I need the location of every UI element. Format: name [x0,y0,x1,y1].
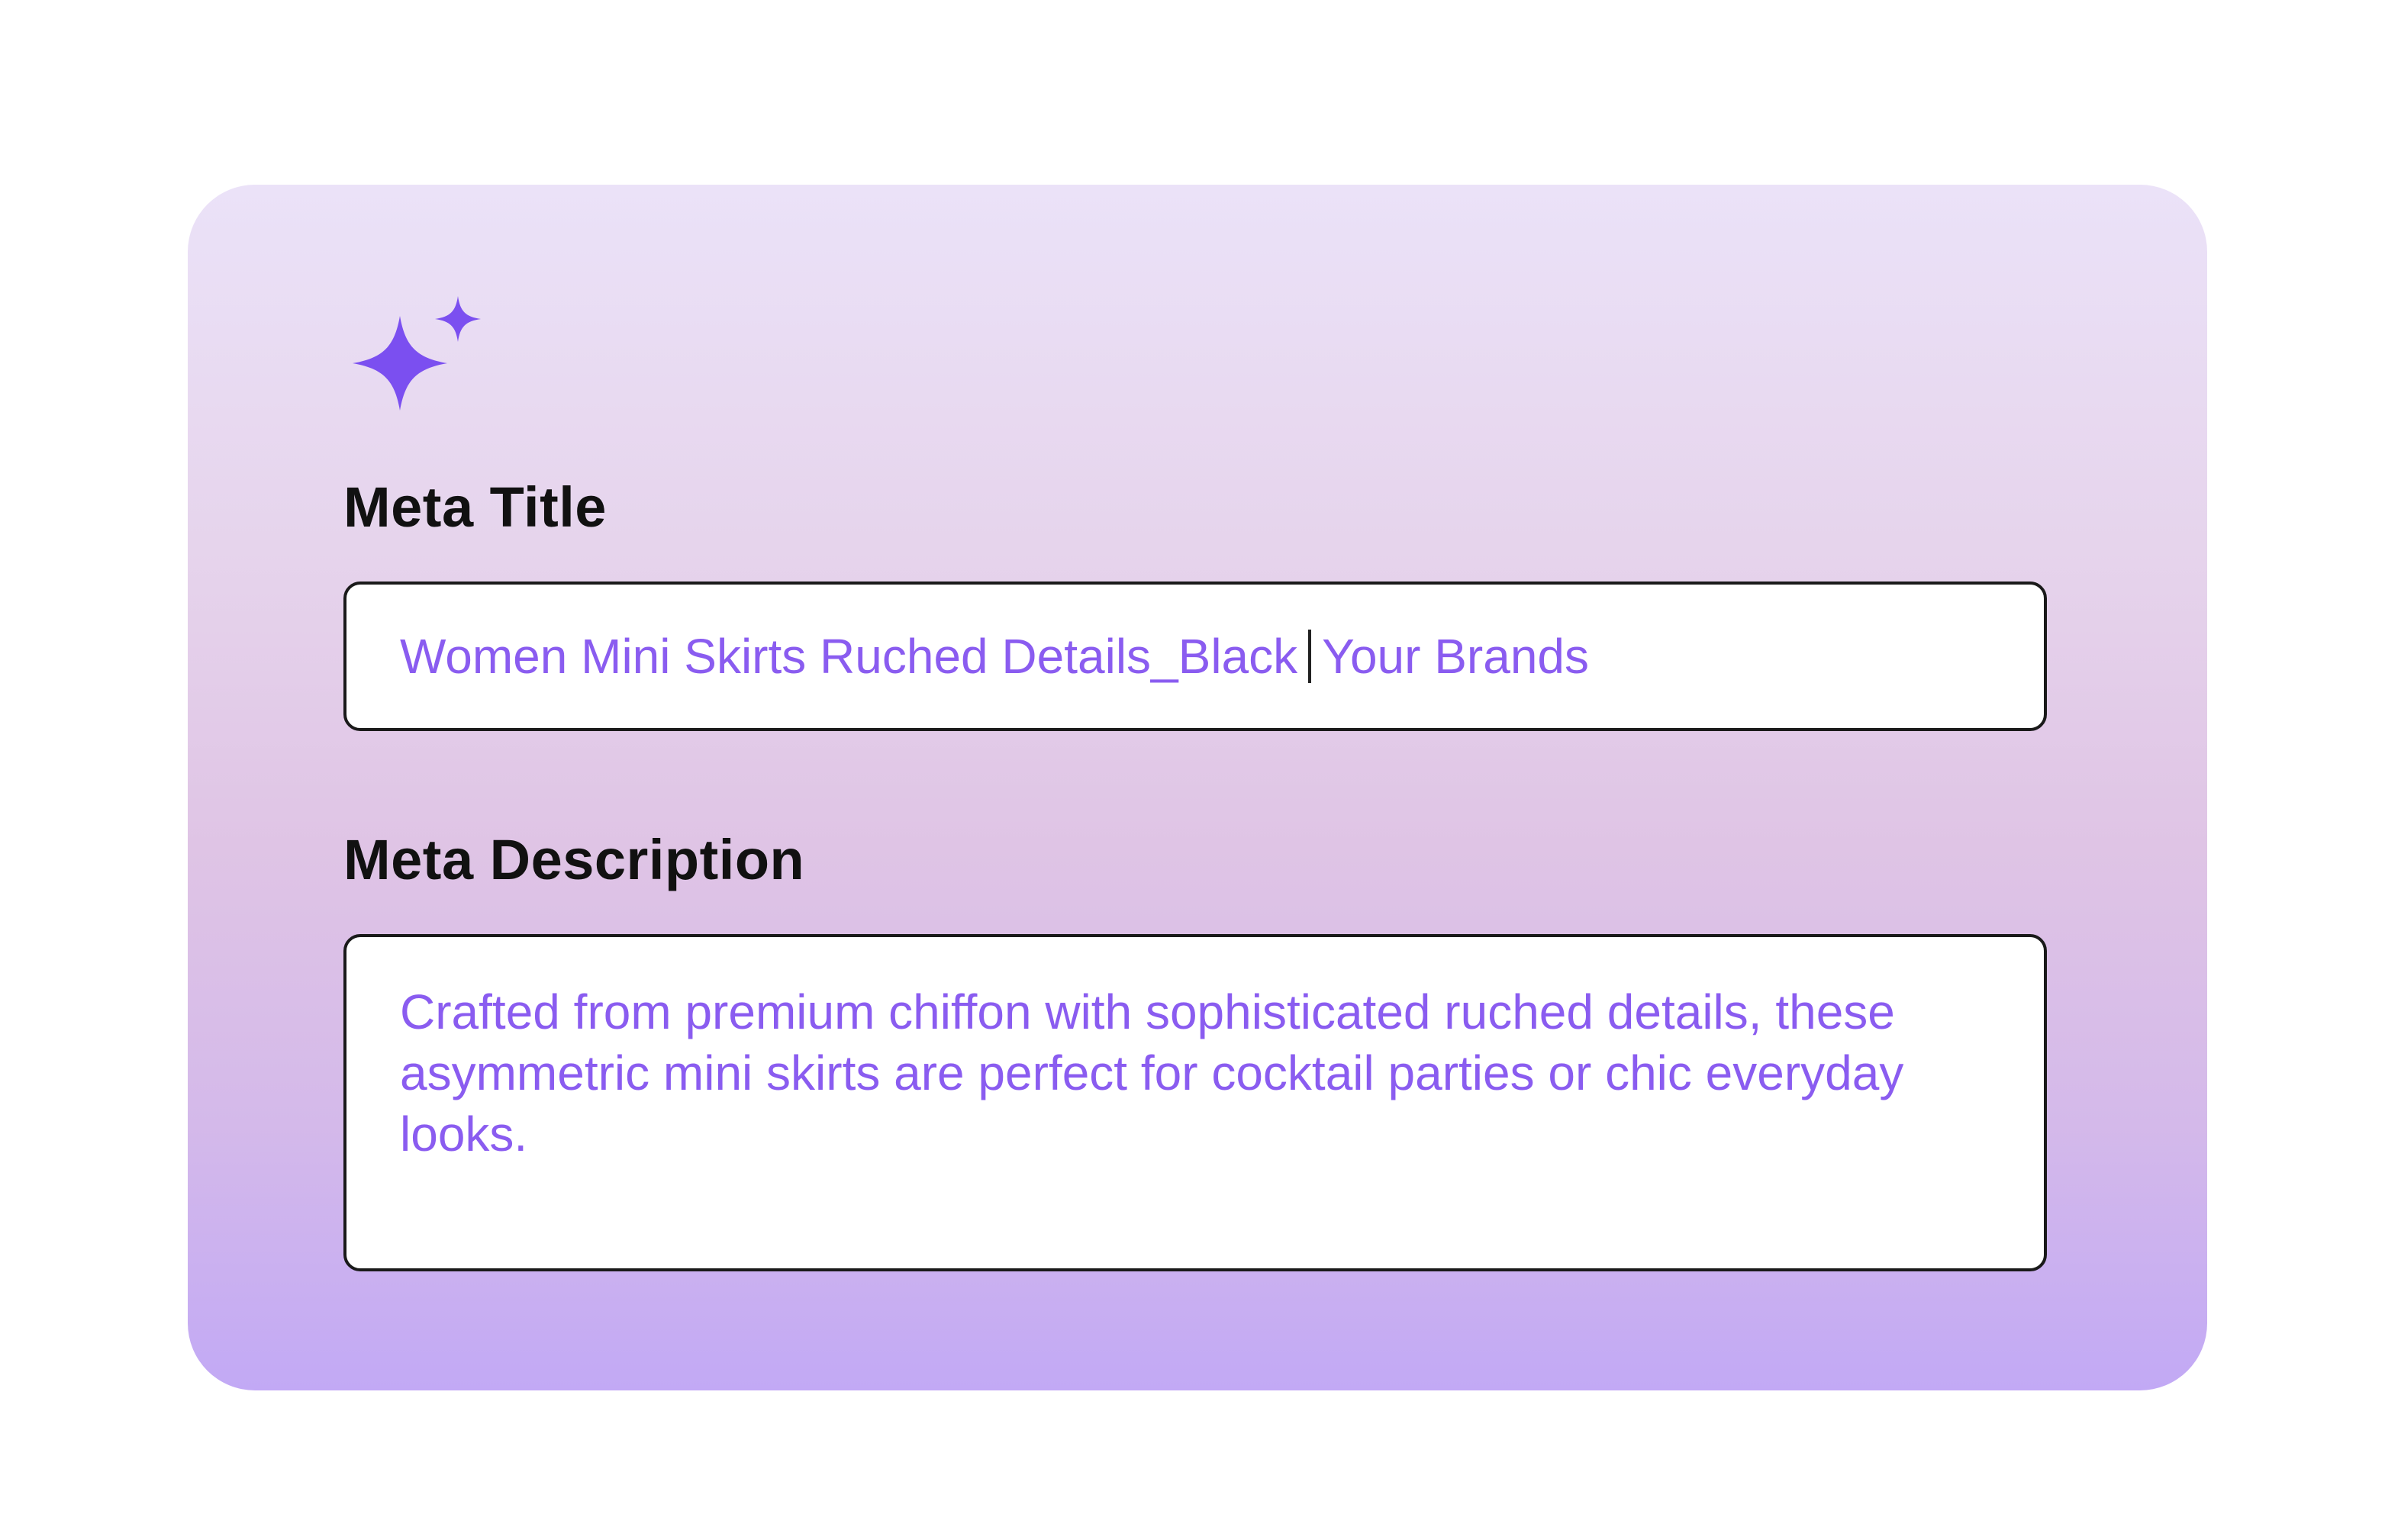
meta-title-value-start: Women Mini Skirts Ruched Details_Black [400,629,1298,684]
seo-meta-card: Meta Title Women Mini Skirts Ruched Deta… [188,185,2207,1390]
meta-title-label: Meta Title [343,475,607,539]
meta-description-value: Crafted from premium chiffon with sophis… [400,984,1904,1161]
meta-title-value-end: Your Brands [1322,629,1589,684]
meta-description-textarea[interactable]: Crafted from premium chiffon with sophis… [343,934,2047,1271]
sparkle-icon [353,296,481,411]
text-caret [1308,630,1312,683]
meta-title-input[interactable]: Women Mini Skirts Ruched Details_Black Yo… [343,582,2047,731]
meta-description-label: Meta Description [343,828,805,891]
